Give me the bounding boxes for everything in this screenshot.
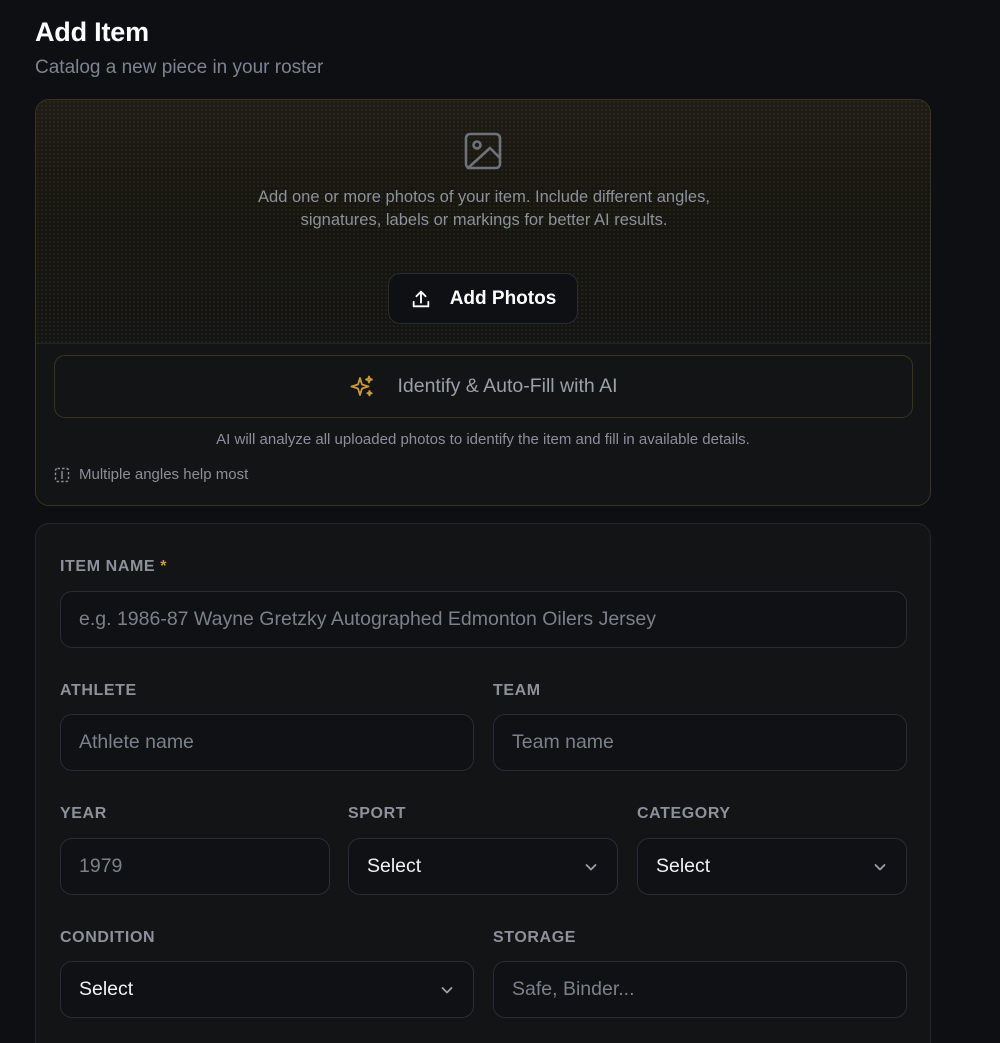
photo-drop-zone[interactable]: Add one or more photos of your item. Inc… bbox=[36, 100, 930, 344]
upload-icon bbox=[412, 290, 429, 307]
category-label: CATEGORY bbox=[637, 805, 731, 822]
add-item-page: Add Item Catalog a new piece in your ros… bbox=[0, 0, 1000, 1043]
add-photos-label: Add Photos bbox=[449, 287, 557, 309]
category-select[interactable]: Select bbox=[637, 838, 907, 895]
ai-autofill-label: Identify & Auto-Fill with AI bbox=[397, 375, 618, 397]
item-name-placeholder: e.g. 1986-87 Wayne Gretzky Autographed E… bbox=[79, 608, 657, 630]
page-title: Add Item bbox=[35, 17, 149, 47]
team-input[interactable]: Team name bbox=[493, 714, 907, 771]
item-name-label: ITEM NAME * bbox=[60, 558, 167, 576]
sport-value: Select bbox=[367, 855, 422, 877]
page-subtitle: Catalog a new piece in your roster bbox=[35, 57, 324, 78]
angles-icon bbox=[54, 467, 70, 482]
athlete-input[interactable]: Athlete name bbox=[60, 714, 474, 771]
item-name-input[interactable]: e.g. 1986-87 Wayne Gretzky Autographed E… bbox=[60, 591, 907, 648]
photo-upload-card: Add one or more photos of your item. Inc… bbox=[35, 99, 931, 506]
angles-hint-text: Multiple angles help most bbox=[79, 466, 249, 483]
add-photos-button[interactable]: Add Photos bbox=[388, 273, 578, 324]
athlete-label: ATHLETE bbox=[60, 682, 137, 699]
sport-select[interactable]: Select bbox=[348, 838, 618, 895]
year-placeholder: 1979 bbox=[79, 855, 123, 877]
team-placeholder: Team name bbox=[512, 731, 614, 753]
chevron-down-icon bbox=[441, 986, 453, 993]
team-label: TEAM bbox=[493, 682, 541, 699]
storage-input[interactable]: Safe, Binder... bbox=[493, 961, 907, 1018]
required-mark: * bbox=[160, 558, 168, 575]
item-name-label-text: ITEM NAME bbox=[60, 558, 156, 575]
year-label: YEAR bbox=[60, 805, 107, 822]
condition-label: CONDITION bbox=[60, 929, 156, 946]
chevron-down-icon bbox=[585, 863, 597, 870]
ai-note: AI will analyze all uploaded photos to i… bbox=[216, 431, 750, 448]
condition-select[interactable]: Select bbox=[60, 961, 474, 1018]
storage-placeholder: Safe, Binder... bbox=[512, 978, 635, 1000]
angles-hint: Multiple angles help most bbox=[54, 466, 248, 483]
sport-label: SPORT bbox=[348, 805, 407, 822]
photo-instructions: Add one or more photos of your item. Inc… bbox=[258, 188, 710, 229]
sparkle-icon bbox=[351, 375, 374, 396]
item-details-form: ITEM NAME * e.g. 1986-87 Wayne Gretzky A… bbox=[35, 523, 931, 1043]
athlete-placeholder: Athlete name bbox=[79, 731, 194, 753]
chevron-down-icon bbox=[874, 863, 886, 870]
ai-autofill-button[interactable]: Identify & Auto-Fill with AI bbox=[54, 355, 913, 418]
condition-value: Select bbox=[79, 978, 134, 1000]
category-value: Select bbox=[656, 855, 711, 877]
year-input[interactable]: 1979 bbox=[60, 838, 330, 895]
image-icon bbox=[464, 132, 502, 170]
storage-label: STORAGE bbox=[493, 929, 577, 946]
